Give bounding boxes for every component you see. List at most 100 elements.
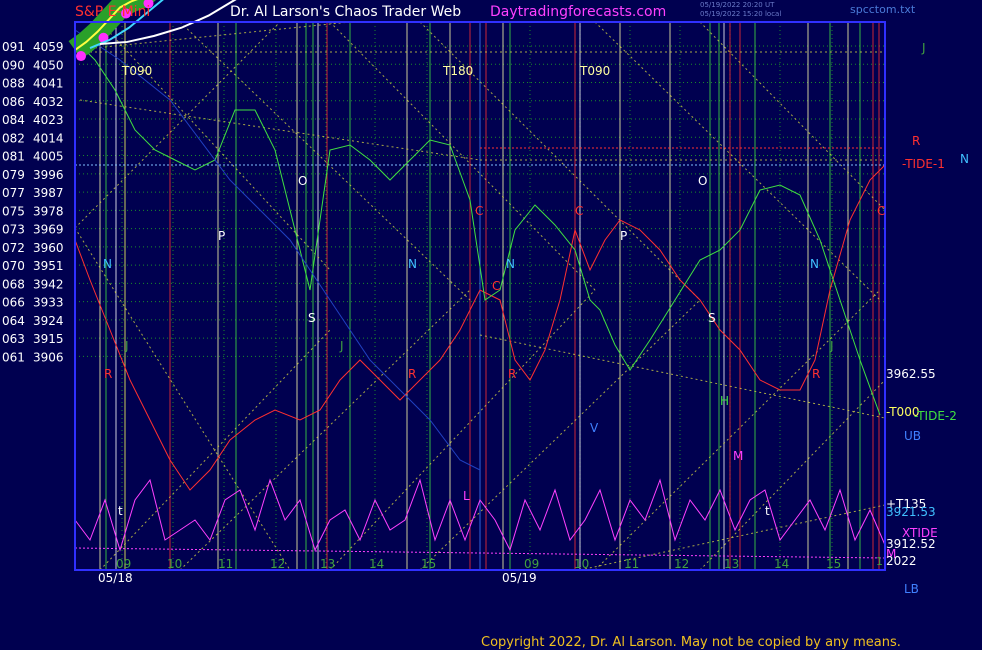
x-tick-label: 11: [218, 557, 233, 571]
y-tick-label: 3933: [33, 296, 64, 310]
y-tick-label-left: 073: [2, 223, 25, 237]
y-tick-label: 3996: [33, 168, 64, 182]
y-tick-label: 3915: [33, 332, 64, 346]
x-tick-label: 14: [369, 557, 384, 571]
y-tick-label: 3942: [33, 277, 64, 291]
y-tick-label-left: 075: [2, 204, 25, 218]
right-label-J: J: [921, 41, 926, 55]
date-label: 05/18: [98, 571, 133, 585]
annotation-p1: P: [218, 229, 225, 243]
chart-background: [0, 0, 982, 650]
right-label-N: N: [960, 152, 969, 166]
annotation-t090b: T090: [579, 64, 610, 78]
right-label-tide2: -TIDE-2: [914, 409, 957, 423]
y-tick-label: 4059: [33, 40, 64, 54]
x-tick-label: 15: [421, 557, 436, 571]
y-tick-label: 3924: [33, 314, 64, 328]
annotation-p2: P: [620, 229, 627, 243]
x-tick-label: 12: [674, 557, 689, 571]
y-tick-label-left: 064: [2, 314, 25, 328]
annotation-l: L: [463, 489, 470, 503]
right-label-lb: LB: [904, 582, 919, 596]
annotation-t1: t: [118, 504, 123, 518]
annotation-t2: t: [765, 504, 770, 518]
symbol-label: S&P E-Mini: [75, 4, 151, 20]
file-name: spcctom.txt: [850, 3, 916, 16]
right-label-R: R: [912, 134, 920, 148]
date-label: 05/19: [502, 571, 537, 585]
y-tick-label-left: 072: [2, 241, 25, 255]
annotation-s1: S: [308, 311, 316, 325]
y-tick-label-left: 091: [2, 40, 25, 54]
y-tick-label-left: 081: [2, 150, 25, 164]
timestamp-local: 05/19/2022 15:20 local: [700, 10, 782, 18]
annotation-o1: O: [298, 174, 307, 188]
x-tick-label: 12: [270, 557, 285, 571]
x-tick-label: 13: [724, 557, 739, 571]
annotation-t090a: T090: [121, 64, 152, 78]
y-tick-label: 3969: [33, 223, 64, 237]
y-tick-label: 3951: [33, 259, 64, 273]
annotation-c2: C: [575, 204, 583, 218]
y-tick-label-left: 082: [2, 131, 25, 145]
y-tick-label-left: 088: [2, 77, 25, 91]
right-label-ub: UB: [904, 429, 921, 443]
right-label-price1: 3962.55: [886, 367, 936, 381]
x-tick-label: 10: [167, 557, 182, 571]
y-tick-label-left: 061: [2, 350, 25, 364]
y-tick-label: 4041: [33, 77, 64, 91]
annotation-t180: T180: [442, 64, 473, 78]
y-tick-label: 4014: [33, 131, 64, 145]
annotation-j2: J: [339, 339, 344, 353]
x-tick-label: 10: [574, 557, 589, 571]
annotation-m: M: [733, 449, 743, 463]
y-tick-label-left: 070: [2, 259, 25, 273]
annotation-r4: R: [812, 367, 820, 381]
y-tick-label-left: 063: [2, 332, 25, 346]
right-label-year: 2022: [886, 554, 917, 568]
annotation-o2: O: [698, 174, 707, 188]
y-tick-label: 4005: [33, 150, 64, 164]
y-tick-label: 4023: [33, 113, 64, 127]
annotation-n4: N: [810, 257, 819, 271]
y-tick-label: 3987: [33, 186, 64, 200]
annotation-r3: R: [508, 367, 516, 381]
x-tick-label: 13: [320, 557, 335, 571]
y-tick-label-left: 079: [2, 168, 25, 182]
annotation-n3: N: [506, 257, 515, 271]
annotation-j3: J: [829, 339, 834, 353]
timestamp-ut: 05/19/2022 20:20 UT: [700, 1, 775, 9]
y-tick-label: 3978: [33, 204, 64, 218]
annotation-r1: R: [104, 367, 112, 381]
annotation-n2: N: [408, 257, 417, 271]
page-title: Dr. Al Larson's Chaos Trader Web: [230, 4, 462, 20]
annotation-c3: C: [877, 204, 885, 218]
y-tick-label-left: 066: [2, 296, 25, 310]
x-tick-label: 11: [624, 557, 639, 571]
forecast-chart: 091 4059090 4050088 4041086 4032084 4023082 40…: [0, 0, 982, 650]
y-tick-label-left: 084: [2, 113, 25, 127]
site-link[interactable]: Daytradingforecasts.com: [490, 4, 666, 20]
annotation-c4: C: [492, 279, 500, 293]
x-tick-label: 15: [826, 557, 841, 571]
annotation-h: H: [720, 394, 729, 408]
y-tick-label-left: 086: [2, 95, 25, 109]
x-tick-label: 09: [524, 557, 539, 571]
right-label-price2: 3921.53: [886, 505, 936, 519]
annotation-j1: J: [124, 339, 129, 353]
annotation-s2: S: [708, 311, 716, 325]
x-tick-label: 1: [876, 555, 883, 568]
annotation-c1: C: [475, 204, 483, 218]
y-tick-label: 3960: [33, 241, 64, 255]
price-dot: [76, 51, 86, 62]
y-tick-label-left: 077: [2, 186, 25, 200]
right-label-tide1: -TIDE-1: [902, 157, 945, 171]
annotation-n1: N: [103, 257, 112, 271]
y-tick-label: 3906: [33, 350, 64, 364]
y-tick-label-left: 090: [2, 58, 25, 72]
y-tick-label: 4032: [33, 95, 64, 109]
y-tick-label: 4050: [33, 58, 64, 72]
annotation-v: V: [590, 421, 599, 435]
copyright: Copyright 2022, Dr. Al Larson. May not b…: [481, 635, 901, 650]
y-tick-label-left: 068: [2, 277, 25, 291]
